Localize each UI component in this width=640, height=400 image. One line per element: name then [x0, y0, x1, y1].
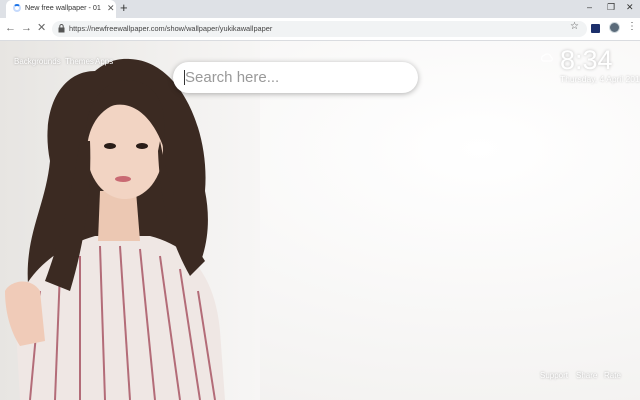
weather-cloud-icon[interactable]: [540, 51, 554, 65]
footer-link-share[interactable]: Share: [576, 371, 597, 380]
close-window-button[interactable]: ✕: [626, 1, 634, 13]
footer-link-support[interactable]: Support: [540, 371, 568, 380]
clock: 8:34: [560, 45, 613, 75]
tab-strip: New free wallpaper - 01042019 ✕ + – ❐ ✕: [0, 0, 640, 18]
forward-button[interactable]: →: [21, 22, 32, 35]
wallpaper-photo: [0, 41, 260, 400]
browser-tab[interactable]: New free wallpaper - 01042019 ✕: [6, 0, 116, 18]
date-text: Thursday, 4 April 2019: [560, 74, 640, 84]
browser-menu-icon[interactable]: ⋮: [627, 21, 637, 33]
address-bar[interactable]: https://newfreewallpaper.com/show/wallpa…: [52, 21, 587, 37]
nav-link-themes[interactable]: Themes: [65, 57, 94, 66]
restore-button[interactable]: ❐: [607, 1, 615, 13]
new-tab-button[interactable]: +: [120, 1, 128, 15]
nav-link-apps[interactable]: Apps: [95, 57, 113, 66]
url-text: https://newfreewallpaper.com/show/wallpa…: [69, 24, 273, 33]
new-tab-page: Backgrounds Themes Apps Search here... 8…: [0, 41, 640, 400]
lock-icon: [58, 24, 65, 33]
tab-close-icon[interactable]: ✕: [107, 2, 115, 14]
footer-link-rate[interactable]: Rate: [604, 371, 621, 380]
stop-button[interactable]: ✕: [37, 22, 46, 35]
profile-avatar[interactable]: [609, 22, 620, 33]
loading-spinner-icon: [13, 4, 21, 12]
back-button[interactable]: ←: [5, 22, 16, 35]
nav-link-backgrounds[interactable]: Backgrounds: [14, 57, 61, 66]
bookmark-star-icon[interactable]: ☆: [570, 21, 579, 32]
minimize-button[interactable]: –: [587, 1, 592, 13]
extension-icon[interactable]: [591, 24, 600, 33]
browser-toolbar: ← → ✕ https://newfreewallpaper.com/show/…: [0, 18, 640, 41]
tab-title: New free wallpaper - 01042019: [25, 3, 101, 12]
search-input[interactable]: Search here...: [173, 62, 418, 93]
search-placeholder: Search here...: [185, 69, 280, 86]
